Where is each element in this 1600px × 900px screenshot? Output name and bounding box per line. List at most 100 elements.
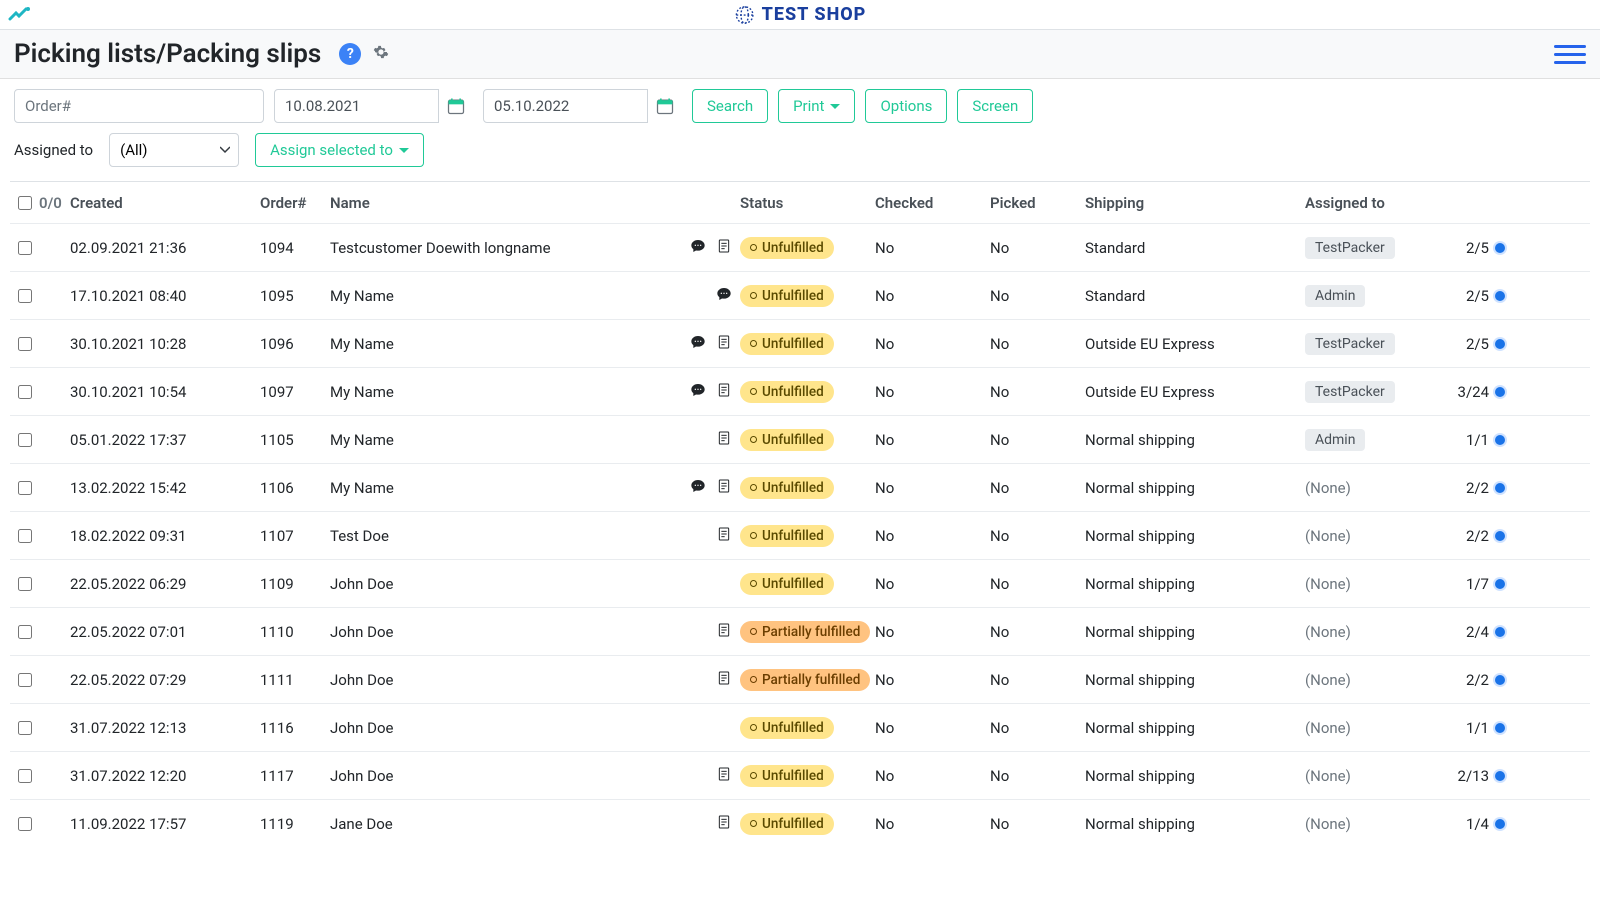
row-checkbox[interactable] — [18, 577, 32, 591]
date-from-input[interactable] — [274, 89, 439, 123]
note-icon[interactable] — [716, 382, 732, 402]
date-to-input[interactable] — [483, 89, 648, 123]
header-assigned[interactable]: Assigned to — [1301, 194, 1441, 212]
cell-name[interactable]: Test Doe — [326, 527, 676, 545]
options-button[interactable]: Options — [865, 89, 947, 123]
view-icon[interactable] — [1495, 819, 1505, 829]
view-icon[interactable] — [1495, 531, 1505, 541]
row-checkbox[interactable] — [18, 433, 32, 447]
table-row[interactable]: 02.09.2021 21:36 1094 Testcustomer Doewi… — [10, 223, 1590, 271]
cell-order[interactable]: 1096 — [256, 335, 326, 353]
note-icon[interactable] — [716, 814, 732, 834]
cell-name[interactable]: My Name — [326, 335, 676, 353]
row-checkbox[interactable] — [18, 385, 32, 399]
cell-name[interactable]: John Doe — [326, 719, 676, 737]
view-icon[interactable] — [1495, 243, 1505, 253]
header-shipping[interactable]: Shipping — [1081, 194, 1301, 212]
note-icon[interactable] — [716, 238, 732, 258]
cell-order[interactable]: 1111 — [256, 671, 326, 689]
row-checkbox[interactable] — [18, 721, 32, 735]
table-row[interactable]: 18.02.2022 09:31 1107 Test Doe Unfulfill… — [10, 511, 1590, 559]
assigned-tag[interactable]: TestPacker — [1305, 381, 1395, 403]
cell-order[interactable]: 1119 — [256, 815, 326, 833]
cell-name[interactable]: John Doe — [326, 767, 676, 785]
row-checkbox[interactable] — [18, 289, 32, 303]
cell-order[interactable]: 1094 — [256, 239, 326, 257]
header-created[interactable]: Created — [66, 194, 256, 212]
app-logo[interactable] — [8, 6, 30, 24]
view-icon[interactable] — [1495, 387, 1505, 397]
row-checkbox[interactable] — [18, 625, 32, 639]
chat-icon[interactable] — [690, 334, 706, 354]
cell-name[interactable]: Testcustomer Doewith longname — [326, 239, 676, 257]
header-picked[interactable]: Picked — [986, 194, 1081, 212]
assigned-tag[interactable]: Admin — [1305, 429, 1365, 451]
cell-name[interactable]: My Name — [326, 383, 676, 401]
cell-name[interactable]: Jane Doe — [326, 815, 676, 833]
table-row[interactable]: 30.10.2021 10:54 1097 My Name Unfulfille… — [10, 367, 1590, 415]
assigned-tag[interactable]: TestPacker — [1305, 333, 1395, 355]
view-icon[interactable] — [1495, 627, 1505, 637]
header-status[interactable]: Status — [736, 194, 871, 212]
cell-order[interactable]: 1107 — [256, 527, 326, 545]
help-icon[interactable]: ? — [339, 43, 361, 65]
view-icon[interactable] — [1495, 579, 1505, 589]
cell-name[interactable]: John Doe — [326, 671, 676, 689]
print-button[interactable]: Print — [778, 89, 855, 123]
table-row[interactable]: 13.02.2022 15:42 1106 My Name Unfulfille… — [10, 463, 1590, 511]
view-icon[interactable] — [1495, 771, 1505, 781]
cell-order[interactable]: 1109 — [256, 575, 326, 593]
header-name[interactable]: Name — [326, 194, 676, 212]
screen-button[interactable]: Screen — [957, 89, 1033, 123]
row-checkbox[interactable] — [18, 481, 32, 495]
note-icon[interactable] — [716, 766, 732, 786]
table-row[interactable]: 22.05.2022 07:29 1111 John Doe Partially… — [10, 655, 1590, 703]
table-row[interactable]: 31.07.2022 12:20 1117 John Doe Unfulfill… — [10, 751, 1590, 799]
cell-order[interactable]: 1110 — [256, 623, 326, 641]
assigned-to-select[interactable]: (All) — [109, 133, 239, 167]
row-checkbox[interactable] — [18, 673, 32, 687]
cell-name[interactable]: John Doe — [326, 575, 676, 593]
note-icon[interactable] — [716, 622, 732, 642]
cell-name[interactable]: My Name — [326, 287, 676, 305]
cell-name[interactable]: John Doe — [326, 623, 676, 641]
chat-icon[interactable] — [690, 238, 706, 258]
table-row[interactable]: 30.10.2021 10:28 1096 My Name Unfulfille… — [10, 319, 1590, 367]
assigned-tag[interactable]: TestPacker — [1305, 237, 1395, 259]
cell-name[interactable]: My Name — [326, 479, 676, 497]
assigned-tag[interactable]: Admin — [1305, 285, 1365, 307]
cell-order[interactable]: 1106 — [256, 479, 326, 497]
note-icon[interactable] — [716, 478, 732, 498]
cell-order[interactable]: 1095 — [256, 287, 326, 305]
row-checkbox[interactable] — [18, 241, 32, 255]
table-row[interactable]: 22.05.2022 06:29 1109 John Doe Unfulfill… — [10, 559, 1590, 607]
order-number-input[interactable] — [14, 89, 264, 123]
table-row[interactable]: 31.07.2022 12:13 1116 John Doe Unfulfill… — [10, 703, 1590, 751]
select-all-checkbox[interactable] — [18, 196, 32, 210]
table-row[interactable]: 05.01.2022 17:37 1105 My Name Unfulfille… — [10, 415, 1590, 463]
cell-order[interactable]: 1097 — [256, 383, 326, 401]
assign-selected-button[interactable]: Assign selected to — [255, 133, 424, 167]
view-icon[interactable] — [1495, 339, 1505, 349]
note-icon[interactable] — [716, 670, 732, 690]
header-order[interactable]: Order# — [256, 194, 326, 212]
cell-order[interactable]: 1117 — [256, 767, 326, 785]
chat-icon[interactable] — [690, 382, 706, 402]
note-icon[interactable] — [716, 334, 732, 354]
cell-order[interactable]: 1105 — [256, 431, 326, 449]
note-icon[interactable] — [716, 430, 732, 450]
header-checked[interactable]: Checked — [871, 194, 986, 212]
row-checkbox[interactable] — [18, 817, 32, 831]
cell-name[interactable]: My Name — [326, 431, 676, 449]
table-row[interactable]: 17.10.2021 08:40 1095 My Name Unfulfille… — [10, 271, 1590, 319]
table-row[interactable]: 22.05.2022 07:01 1110 John Doe Partially… — [10, 607, 1590, 655]
view-icon[interactable] — [1495, 675, 1505, 685]
row-checkbox[interactable] — [18, 529, 32, 543]
note-icon[interactable] — [716, 526, 732, 546]
table-row[interactable]: 11.09.2022 17:57 1119 Jane Doe Unfulfill… — [10, 799, 1590, 847]
row-checkbox[interactable] — [18, 337, 32, 351]
calendar-to-icon[interactable] — [648, 89, 682, 123]
calendar-from-icon[interactable] — [439, 89, 473, 123]
view-icon[interactable] — [1495, 435, 1505, 445]
view-icon[interactable] — [1495, 483, 1505, 493]
